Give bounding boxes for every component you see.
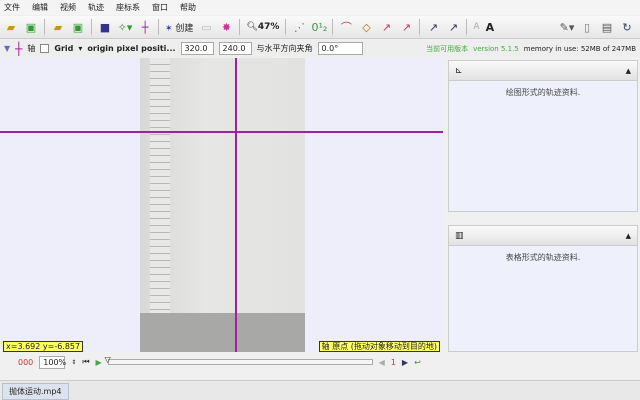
angle-field[interactable]: 0.0° — [317, 42, 363, 55]
zoom-level: 47% — [257, 22, 280, 32]
version-label: version 5.1.5 — [473, 44, 519, 53]
menu-help[interactable]: 帮助 — [180, 2, 196, 13]
position-icon[interactable]: ◇ — [359, 20, 373, 34]
reset-button[interactable]: ⏮ — [82, 357, 89, 367]
collapse-icon[interactable]: ▲ — [626, 232, 631, 240]
hint-label: 轴 原点 (拖动对象移动到目的地) — [318, 341, 440, 352]
font-smaller-button[interactable]: A — [473, 22, 479, 32]
open-video-icon[interactable]: ▰ — [51, 20, 65, 34]
step-size[interactable]: 1 — [391, 358, 396, 367]
origin-y-field[interactable]: 240.0 — [218, 42, 252, 55]
save-icon[interactable]: ▣ — [24, 20, 38, 34]
tab-bar: 抛体运动.mp4 — [0, 380, 640, 400]
plot-icon[interactable]: ⊾ — [455, 66, 463, 76]
player-bar: 000 100% ⇕ ⏮ ▶ ▽ ◀ 1 ▶ ↩ — [0, 353, 443, 371]
update-link[interactable]: 当前可用版本 — [426, 44, 468, 54]
trail-icon[interactable]: ⋰ — [292, 20, 306, 34]
clip-settings-icon[interactable]: ■ — [98, 20, 112, 34]
coordinate-readout: x=3.692 y=-6.857 — [3, 341, 84, 352]
properties-icon[interactable]: ▤ — [600, 20, 614, 34]
menu-window[interactable]: 窗口 — [152, 2, 168, 13]
grid-checkbox[interactable] — [40, 44, 50, 53]
autotrack-icon[interactable]: ✸ — [219, 20, 233, 34]
main-toolbar: ▰ ▣ ▰ ▣ ■ ✧▾ ┼ ✶ 创建 ▭ ✸ 🔍︎47% ⋰ 0¹₂ ⌒ ◇ … — [0, 16, 640, 39]
x-axis-line[interactable] — [0, 131, 443, 133]
separator — [332, 19, 334, 35]
pencil-icon[interactable]: ✎▾ — [560, 20, 575, 34]
menu-track[interactable]: 轨迹 — [88, 2, 104, 13]
step-forward-button[interactable]: ▶ — [402, 358, 408, 367]
axes-icon: ┼ — [15, 41, 23, 56]
grid-dropdown-icon[interactable]: ▾ — [78, 44, 82, 53]
origin-label: origin pixel positi... — [87, 44, 176, 53]
step-back-button[interactable]: ◀ — [379, 358, 385, 367]
open-icon[interactable]: ▰ — [4, 20, 18, 34]
floor-image — [140, 313, 305, 352]
separator — [239, 19, 241, 35]
video-view[interactable]: x=3.692 y=-6.857 轴 原点 (拖动对象移动到目的地) — [0, 58, 443, 352]
create-button[interactable]: ✶ 创建 — [165, 21, 193, 34]
collapse-icon[interactable]: ▲ — [626, 67, 631, 75]
menu-coords[interactable]: 座标系 — [116, 2, 140, 13]
velocity-icon[interactable]: ↗ — [379, 20, 393, 34]
axes-icon[interactable]: ┼ — [138, 20, 152, 34]
mass-icon[interactable]: ↗ — [446, 20, 460, 34]
separator — [466, 19, 468, 35]
table-placeholder: 表格形式的轨迹资料. — [505, 253, 581, 262]
notes-icon[interactable]: ▯ — [580, 20, 594, 34]
create-label: 创建 — [175, 23, 194, 34]
frame-slider[interactable]: ▽ — [105, 355, 373, 365]
rate-spinner[interactable]: ⇕ — [71, 359, 76, 366]
acceleration-icon[interactable]: ↗ — [399, 20, 413, 34]
save-video-icon[interactable]: ▣ — [71, 20, 85, 34]
tape-icon[interactable]: ▭ — [199, 20, 213, 34]
origin-x-field[interactable]: 320.0 — [180, 42, 214, 55]
tab-video[interactable]: 抛体运动.mp4 — [2, 383, 69, 400]
axes-toolbar: ▼ ┼ 轴 Grid ▾ origin pixel positi... 320.… — [0, 40, 640, 57]
menu-file[interactable]: 文件 — [4, 2, 20, 13]
momentum-icon[interactable]: ↗ — [426, 20, 440, 34]
loop-button[interactable]: ↩ — [414, 358, 421, 367]
menu-bar: 文件 编辑 视频 轨迹 座标系 窗口 帮助 — [0, 0, 640, 15]
separator — [419, 19, 421, 35]
y-axis-line[interactable] — [235, 58, 237, 352]
separator — [44, 19, 45, 35]
separator — [91, 19, 92, 35]
memory-label[interactable]: memory in use: 52MB of 247MB — [524, 45, 636, 53]
label-icon[interactable]: 0¹₂ — [312, 20, 328, 34]
table-icon[interactable]: ▥ — [455, 231, 464, 241]
angle-label: 与水平方向夹角 — [256, 44, 313, 53]
menu-edit[interactable]: 编辑 — [32, 2, 48, 13]
axis-label: 轴 — [27, 44, 36, 53]
grid-label: Grid — [54, 44, 74, 53]
plot-panel: ⊾ ▲ 绘图形式的轨迹资料. — [448, 60, 638, 212]
separator — [285, 19, 287, 35]
separator — [158, 19, 159, 35]
zoom-button[interactable]: 🔍︎47% — [246, 22, 279, 32]
table-panel: ▥ ▲ 表格形式的轨迹资料. — [448, 225, 638, 352]
dropdown-icon[interactable]: ▼ — [4, 44, 10, 53]
font-larger-button[interactable]: A — [486, 21, 495, 34]
rate-field[interactable]: 100% — [39, 355, 66, 369]
menu-video[interactable]: 视频 — [60, 2, 76, 13]
plot-placeholder: 绘图形式的轨迹资料. — [505, 88, 581, 97]
play-button[interactable]: ▶ — [96, 358, 102, 367]
slider-thumb[interactable]: ▽ — [105, 355, 111, 364]
ruler-image — [150, 58, 170, 313]
calibration-icon[interactable]: ✧▾ — [118, 20, 133, 34]
refresh-icon[interactable]: ↻ — [620, 20, 634, 34]
path-icon[interactable]: ⌒ — [339, 20, 353, 34]
frame-counter: 000 — [18, 357, 34, 367]
zoom-icon: 🔍︎ — [246, 22, 258, 32]
